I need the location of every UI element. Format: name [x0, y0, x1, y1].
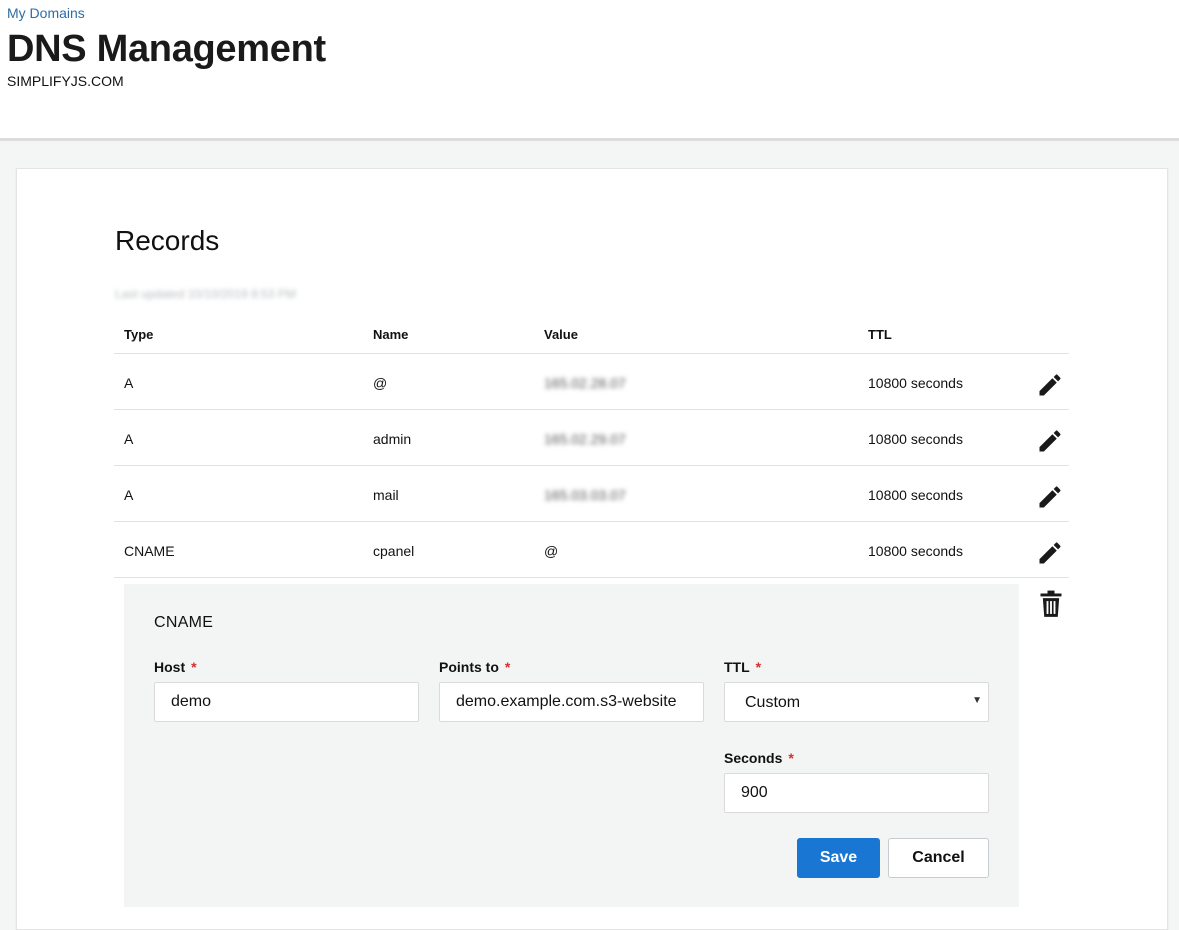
column-header-ttl: TTL — [868, 327, 892, 342]
delete-record-button[interactable] — [1039, 590, 1063, 618]
edit-record-button[interactable] — [1036, 483, 1064, 511]
pencil-icon — [1039, 542, 1061, 564]
record-ttl: 10800 seconds — [868, 431, 963, 447]
ttl-label: TTL * — [724, 659, 761, 675]
save-button[interactable]: Save — [797, 838, 880, 878]
record-type: A — [124, 375, 134, 391]
page-title: DNS Management — [7, 28, 326, 70]
column-header-type: Type — [124, 327, 154, 342]
seconds-input[interactable] — [724, 773, 989, 813]
pencil-icon — [1039, 486, 1061, 508]
required-marker: * — [191, 659, 197, 675]
host-label-text: Host — [154, 659, 186, 675]
table-row: A mail 165.03.03.07 10800 seconds — [114, 466, 1069, 522]
record-name: admin — [373, 431, 412, 447]
trash-icon — [1040, 590, 1062, 617]
cancel-button[interactable]: Cancel — [888, 838, 989, 878]
seconds-label: Seconds * — [724, 750, 794, 766]
seconds-label-text: Seconds — [724, 750, 783, 766]
record-value: @ — [544, 543, 559, 559]
breadcrumb-my-domains[interactable]: My Domains — [7, 5, 85, 21]
points-to-input[interactable] — [439, 682, 704, 722]
record-name: cpanel — [373, 543, 415, 559]
edit-record-button[interactable] — [1036, 427, 1064, 455]
points-to-label: Points to * — [439, 659, 510, 675]
ttl-label-text: TTL — [724, 659, 750, 675]
record-ttl: 10800 seconds — [868, 543, 963, 559]
record-type: A — [124, 431, 134, 447]
records-heading: Records — [115, 225, 220, 256]
edit-record-button[interactable] — [1036, 539, 1064, 567]
record-value: 165.02.29.07 — [544, 431, 626, 447]
points-to-label-text: Points to — [439, 659, 499, 675]
host-input[interactable] — [154, 682, 419, 722]
required-marker: * — [504, 659, 511, 675]
record-type: A — [124, 487, 134, 503]
table-header-row: Type Name Value TTL — [114, 314, 1069, 354]
pencil-icon — [1039, 430, 1061, 452]
host-label: Host * — [154, 659, 197, 675]
edit-record-panel: CNAME Host * Points to * TTL * Custom ▼ Sec… — [124, 584, 1019, 907]
table-row: A admin 165.02.29.07 10800 seconds — [114, 410, 1069, 466]
record-name: @ — [373, 375, 388, 391]
page-header: My Domains DNS Management SIMPLIFYJS.COM — [0, 0, 1179, 141]
pencil-icon — [1039, 374, 1061, 396]
column-header-name: Name — [373, 327, 409, 342]
record-name: mail — [373, 487, 399, 503]
domain-name: SIMPLIFYJS.COM — [7, 73, 124, 89]
table-row: A @ 165.02.28.07 10800 seconds — [114, 354, 1069, 410]
record-ttl: 10800 seconds — [868, 375, 963, 391]
caret-down-icon: ▼ — [972, 695, 982, 706]
column-header-value: Value — [544, 327, 578, 342]
record-ttl: 10800 seconds — [868, 487, 963, 503]
ttl-select[interactable]: Custom ▼ — [724, 682, 989, 722]
edit-record-button[interactable] — [1036, 371, 1064, 399]
ttl-select-value: Custom — [745, 694, 801, 711]
last-updated-text: Last updated 10/10/2019 8:53 PM — [115, 287, 296, 301]
record-type: CNAME — [124, 543, 175, 559]
record-value: 165.02.28.07 — [544, 375, 626, 391]
required-marker: * — [755, 659, 762, 675]
required-marker: * — [788, 750, 794, 766]
edit-record-type: CNAME — [154, 614, 214, 631]
record-value: 165.03.03.07 — [544, 487, 626, 503]
records-card: Records Last updated 10/10/2019 8:53 PM … — [16, 168, 1168, 930]
table-row: CNAME cpanel @ 10800 seconds — [114, 522, 1069, 578]
records-table: Type Name Value TTL A @ 165.02.28.07 108… — [114, 314, 1069, 578]
